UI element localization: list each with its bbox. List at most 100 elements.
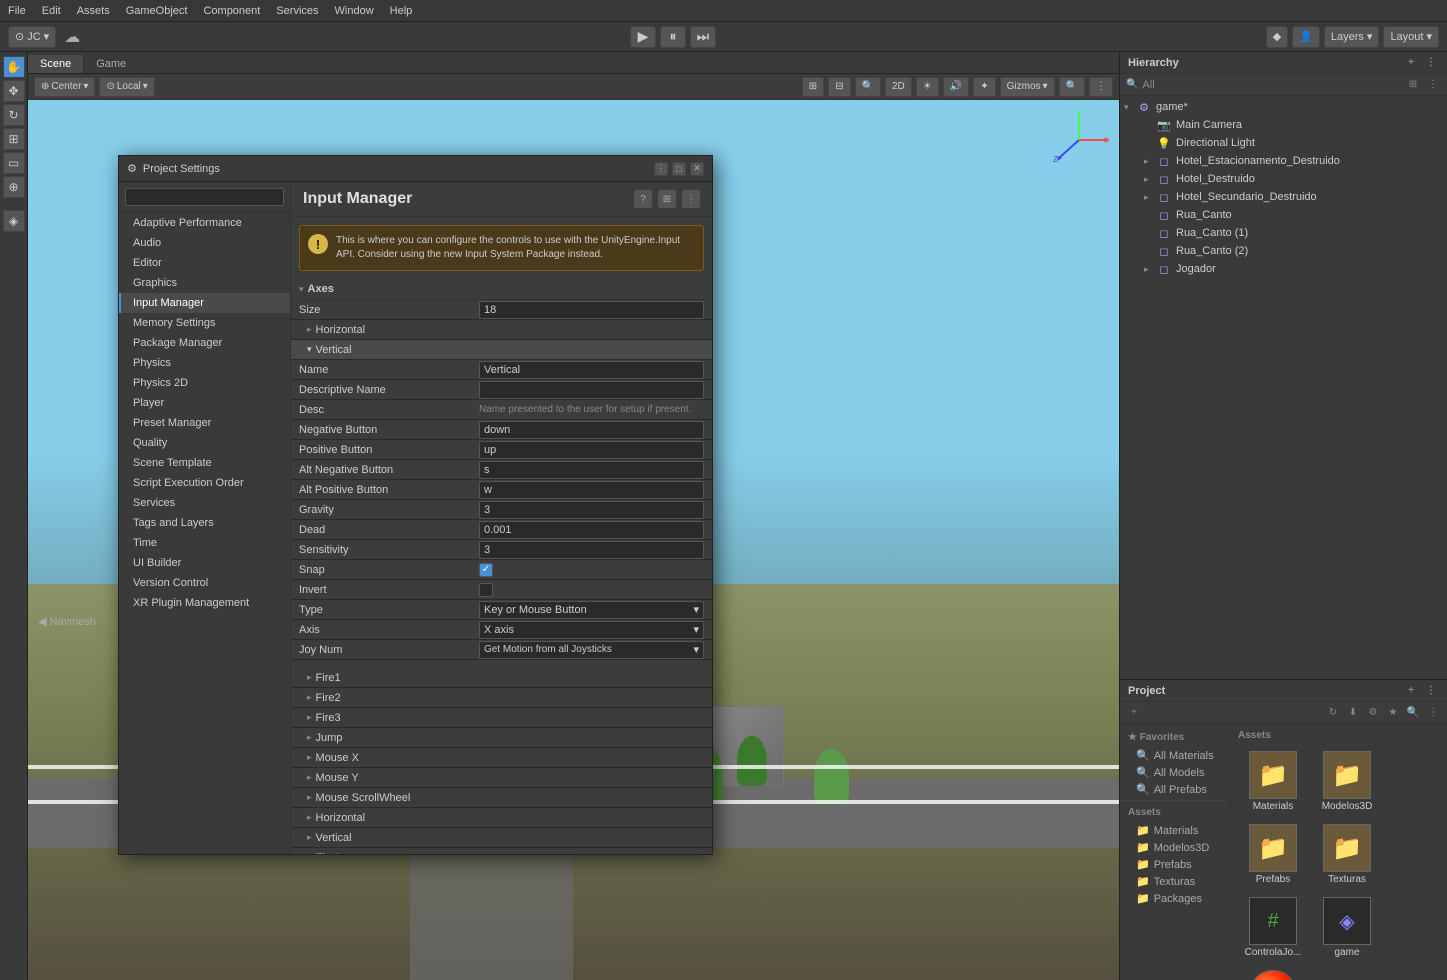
audio-toggle[interactable]: 🔊 — [943, 77, 969, 97]
size-value[interactable] — [479, 301, 704, 319]
subsection-fire1b[interactable]: ▸ Fire1 — [291, 848, 712, 854]
settings-time[interactable]: Time — [119, 533, 290, 553]
window-maximize-button[interactable]: □ — [672, 162, 686, 176]
gizmos-toggle[interactable]: Gizmos ▾ — [1000, 77, 1055, 97]
negative-button-input[interactable] — [484, 424, 699, 436]
invert-checkbox[interactable] — [479, 583, 493, 597]
hierarchy-add-button[interactable]: + — [1403, 55, 1419, 71]
descriptive-name-value[interactable] — [479, 381, 704, 399]
alt-negative-input[interactable] — [484, 464, 699, 476]
gravity-value[interactable] — [479, 501, 704, 519]
scene-more[interactable]: ⋮ — [1089, 77, 1113, 97]
project-refresh-button[interactable]: ↻ — [1325, 705, 1341, 721]
window-menu-button[interactable]: ⋮ — [654, 162, 668, 176]
asset-game-scene[interactable]: ◈ game — [1312, 893, 1382, 962]
subsection-fire1[interactable]: ▸ Fire1 — [291, 668, 712, 688]
joy-num-dropdown[interactable]: Get Motion from all Joysticks ▾ — [479, 641, 704, 659]
dead-value[interactable] — [479, 521, 704, 539]
settings-adaptive[interactable]: Adaptive Performance — [119, 213, 290, 233]
assets-folder-packages[interactable]: 📁 Packages — [1120, 890, 1229, 907]
gravity-input[interactable] — [484, 504, 699, 516]
name-value[interactable] — [479, 361, 704, 379]
layout-button[interactable]: Layout ▾ — [1383, 26, 1439, 48]
project-add-btn2[interactable]: + — [1126, 705, 1142, 721]
layers-button[interactable]: Layers ▾ — [1324, 26, 1380, 48]
project-favorite-button[interactable]: ★ — [1385, 705, 1401, 721]
axis-dropdown[interactable]: X axis ▾ — [479, 621, 704, 639]
settings-search-input[interactable] — [125, 188, 284, 206]
settings-input-manager[interactable]: Input Manager — [119, 293, 290, 313]
pivot-center-button[interactable]: ⊕ Center ▾ — [34, 77, 95, 97]
settings-physics2d[interactable]: Physics 2D — [119, 373, 290, 393]
dead-input[interactable] — [484, 524, 699, 536]
tab-game[interactable]: Game — [84, 55, 139, 73]
settings-script-exec[interactable]: Script Execution Order — [119, 473, 290, 493]
subsection-vertical2[interactable]: ▸ Vertical — [291, 828, 712, 848]
grid-button[interactable]: ⊞ — [802, 77, 824, 97]
project-search-button[interactable]: 🔍 — [1405, 705, 1421, 721]
settings-graphics[interactable]: Graphics — [119, 273, 290, 293]
type-dropdown[interactable]: Key or Mouse Button ▾ — [479, 601, 704, 619]
local-global-button[interactable]: ⊙ Local ▾ — [99, 77, 154, 97]
subsection-fire2[interactable]: ▸ Fire2 — [291, 688, 712, 708]
account-button[interactable]: 👤 — [1292, 26, 1320, 48]
subsection-mouse-scroll[interactable]: ▸ Mouse ScrollWheel — [291, 788, 712, 808]
menu-services[interactable]: Services — [276, 5, 318, 17]
sensitivity-input[interactable] — [484, 544, 699, 556]
project-import-button[interactable]: ⬇ — [1345, 705, 1361, 721]
subsection-mouse-y[interactable]: ▸ Mouse Y — [291, 768, 712, 788]
snap-checkbox[interactable]: ✓ — [479, 563, 493, 577]
subsection-vertical[interactable]: ▾ Vertical — [291, 340, 712, 360]
move-tool[interactable]: ✥ — [3, 80, 25, 102]
search-button[interactable]: 🔍 — [855, 77, 881, 97]
subsection-mouse-x[interactable]: ▸ Mouse X — [291, 748, 712, 768]
settings-audio[interactable]: Audio — [119, 233, 290, 253]
menu-gameobject[interactable]: GameObject — [126, 5, 188, 17]
hierarchy-item-dirlight[interactable]: ▸ 💡 Directional Light — [1120, 134, 1447, 152]
hierarchy-item-hotel2[interactable]: ▸ ◻ Hotel_Destruido — [1120, 170, 1447, 188]
settings-editor[interactable]: Editor — [119, 253, 290, 273]
axes-header[interactable]: ▾ Axes — [299, 279, 704, 300]
project-more2-button[interactable]: ⋮ — [1425, 705, 1441, 721]
project-more-button[interactable]: ⋮ — [1423, 683, 1439, 699]
settings-version-control[interactable]: Version Control — [119, 573, 290, 593]
subsection-jump[interactable]: ▸ Jump — [291, 728, 712, 748]
asset-materialce-material[interactable]: MaterialCe... — [1238, 966, 1308, 980]
collab-button[interactable]: ◆ — [1266, 26, 1288, 48]
settings-layout-icon[interactable]: ⊞ — [658, 190, 676, 208]
asset-prefabs-folder[interactable]: 📁 Prefabs — [1238, 820, 1308, 889]
cloud-icon[interactable]: ☁ — [64, 27, 80, 47]
menu-help[interactable]: Help — [390, 5, 413, 17]
alt-positive-value[interactable] — [479, 481, 704, 499]
settings-scroll-area[interactable]: ! This is where you can configure the co… — [291, 217, 712, 854]
menu-file[interactable]: File — [8, 5, 26, 17]
asset-controla-script[interactable]: # ControlaJo... — [1238, 893, 1308, 962]
alt-negative-value[interactable] — [479, 461, 704, 479]
effects-toggle[interactable]: ✦ — [973, 77, 995, 97]
subsection-fire3[interactable]: ▸ Fire3 — [291, 708, 712, 728]
assets-folder-modelos3d[interactable]: 📁 Modelos3D — [1120, 839, 1229, 856]
menu-assets[interactable]: Assets — [77, 5, 110, 17]
custom-tool[interactable]: ◈ — [3, 210, 25, 232]
play-button[interactable]: ▶ — [630, 26, 656, 48]
menu-component[interactable]: Component — [203, 5, 260, 17]
jc-dropdown[interactable]: ⊙ JC ▾ — [8, 26, 56, 48]
hierarchy-more-button[interactable]: ⋮ — [1423, 55, 1439, 71]
settings-help-icon[interactable]: ? — [634, 190, 652, 208]
hierarchy-item-rua1[interactable]: ▸ ◻ Rua_Canto — [1120, 206, 1447, 224]
settings-player[interactable]: Player — [119, 393, 290, 413]
scene-search[interactable]: 🔍 — [1059, 77, 1085, 97]
hierarchy-item-hotel3[interactable]: ▸ ◻ Hotel_Secundario_Destruido — [1120, 188, 1447, 206]
assets-folder-texturas[interactable]: 📁 Texturas — [1120, 873, 1229, 890]
sensitivity-value[interactable] — [479, 541, 704, 559]
2d-toggle[interactable]: 2D — [885, 77, 912, 97]
subsection-horizontal[interactable]: ▸ Horizontal — [291, 320, 712, 340]
negative-button-value[interactable] — [479, 421, 704, 439]
size-input[interactable] — [484, 304, 699, 316]
settings-scene-template[interactable]: Scene Template — [119, 453, 290, 473]
project-settings-button[interactable]: ⚙ — [1365, 705, 1381, 721]
pause-button[interactable]: ⏸ — [660, 26, 686, 48]
hand-tool[interactable]: ✋ — [3, 56, 25, 78]
asset-texturas-folder[interactable]: 📁 Texturas — [1312, 820, 1382, 889]
settings-memory[interactable]: Memory Settings — [119, 313, 290, 333]
